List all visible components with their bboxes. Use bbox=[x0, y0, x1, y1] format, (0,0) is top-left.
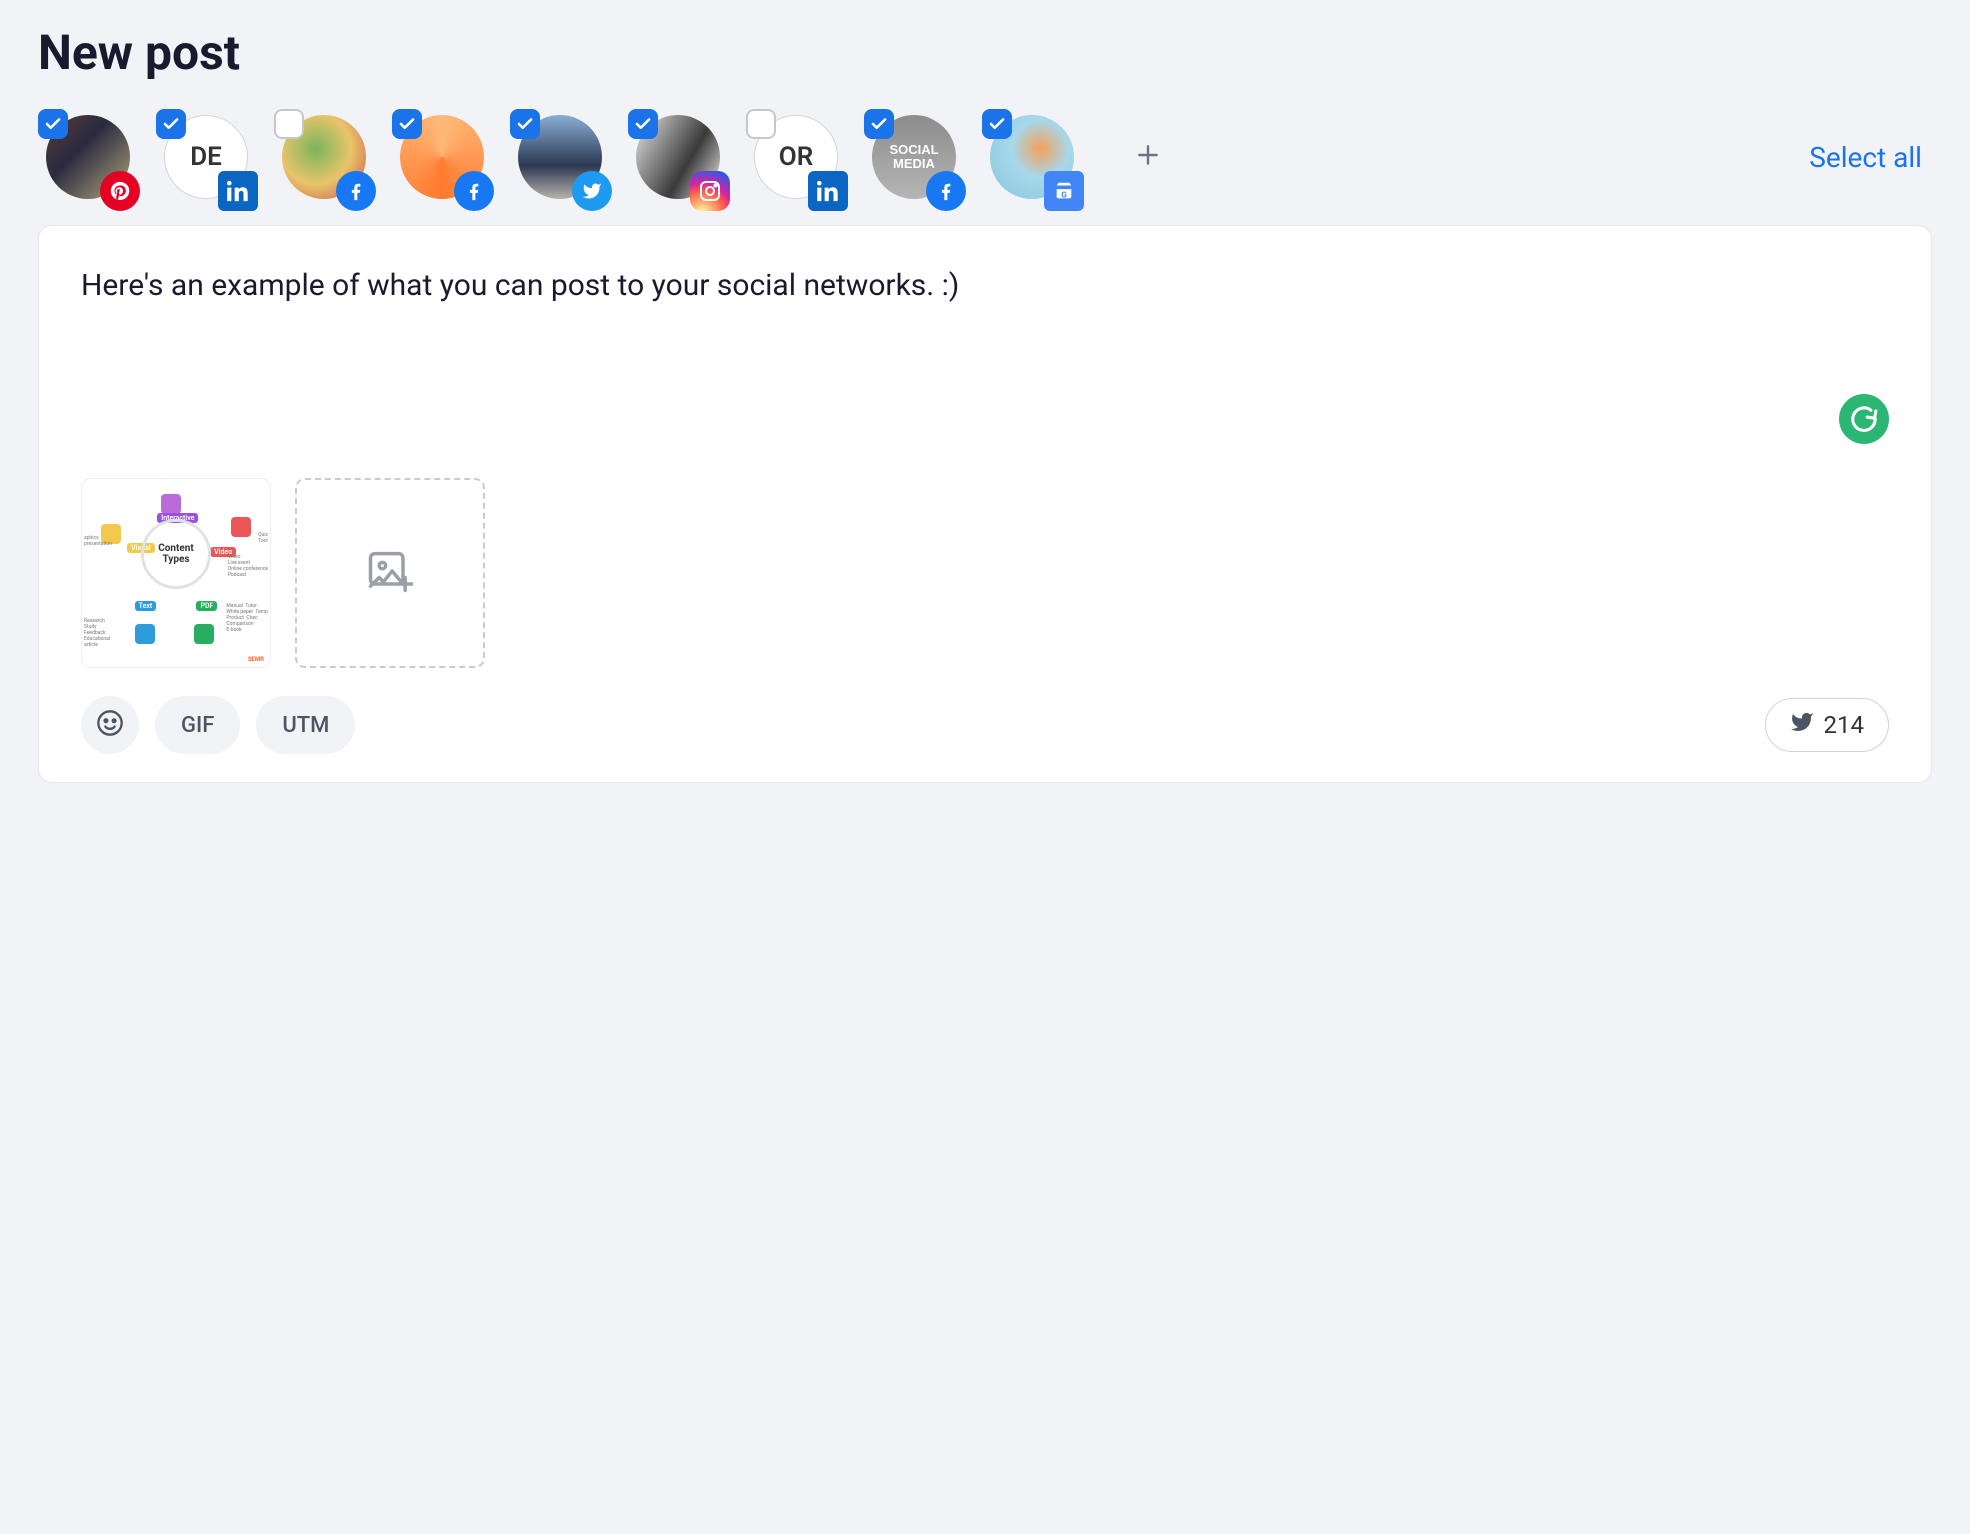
add-account-button[interactable] bbox=[1100, 109, 1196, 205]
plus-icon bbox=[1135, 142, 1161, 172]
account-checkbox[interactable] bbox=[156, 109, 186, 139]
utm-button[interactable]: UTM bbox=[256, 696, 355, 754]
google-icon: G bbox=[1044, 171, 1084, 211]
account-chip[interactable]: DE bbox=[156, 109, 252, 205]
account-checkbox[interactable] bbox=[274, 109, 304, 139]
twitter-icon bbox=[1790, 710, 1814, 740]
account-chip[interactable] bbox=[864, 109, 960, 205]
account-initials: OR bbox=[779, 142, 813, 172]
char-count-value: 214 bbox=[1824, 711, 1864, 739]
grammarly-icon[interactable] bbox=[1839, 394, 1889, 444]
account-chip[interactable] bbox=[274, 109, 370, 205]
account-initials: DE bbox=[190, 142, 222, 172]
twitter-icon bbox=[572, 171, 612, 211]
instagram-icon bbox=[690, 171, 730, 211]
linkedin-icon bbox=[218, 171, 258, 211]
facebook-icon bbox=[454, 171, 494, 211]
account-chip[interactable]: G bbox=[982, 109, 1078, 205]
account-checkbox[interactable] bbox=[510, 109, 540, 139]
pinterest-icon bbox=[100, 171, 140, 211]
select-all-link[interactable]: Select all bbox=[1809, 141, 1932, 174]
facebook-icon bbox=[336, 171, 376, 211]
facebook-icon bbox=[926, 171, 966, 211]
linkedin-icon bbox=[808, 171, 848, 211]
account-chip[interactable] bbox=[628, 109, 724, 205]
composer-tools: GIF UTM 214 bbox=[81, 696, 1889, 754]
gif-button[interactable]: GIF bbox=[155, 696, 240, 754]
attachments-row: Interactive Visual Video Text PDF Conten… bbox=[81, 478, 1889, 668]
account-chip[interactable] bbox=[510, 109, 606, 205]
emoji-button[interactable] bbox=[81, 696, 139, 754]
account-chip[interactable] bbox=[392, 109, 488, 205]
post-text-input[interactable]: Here's an example of what you can post t… bbox=[81, 264, 1889, 444]
account-chip[interactable] bbox=[38, 109, 134, 205]
add-attachment-button[interactable] bbox=[295, 478, 485, 668]
account-checkbox[interactable] bbox=[38, 109, 68, 139]
accounts-group: DE OR G bbox=[38, 109, 1078, 205]
account-checkbox[interactable] bbox=[864, 109, 894, 139]
attachment-thumbnail[interactable]: Interactive Visual Video Text PDF Conten… bbox=[81, 478, 271, 668]
account-checkbox[interactable] bbox=[392, 109, 422, 139]
account-checkbox[interactable] bbox=[746, 109, 776, 139]
image-plus-icon bbox=[364, 545, 416, 601]
gif-button-label: GIF bbox=[181, 713, 214, 738]
account-chip[interactable]: OR bbox=[746, 109, 842, 205]
post-text-content: Here's an example of what you can post t… bbox=[81, 268, 959, 303]
emoji-icon bbox=[96, 709, 124, 741]
utm-button-label: UTM bbox=[282, 713, 329, 738]
account-checkbox[interactable] bbox=[982, 109, 1012, 139]
page-title: New post bbox=[38, 24, 1932, 81]
accounts-selector: DE OR G Select all bbox=[38, 109, 1932, 205]
svg-text:G: G bbox=[1061, 190, 1067, 200]
composer-card: Here's an example of what you can post t… bbox=[38, 225, 1932, 783]
char-counter: 214 bbox=[1765, 698, 1889, 752]
account-checkbox[interactable] bbox=[628, 109, 658, 139]
